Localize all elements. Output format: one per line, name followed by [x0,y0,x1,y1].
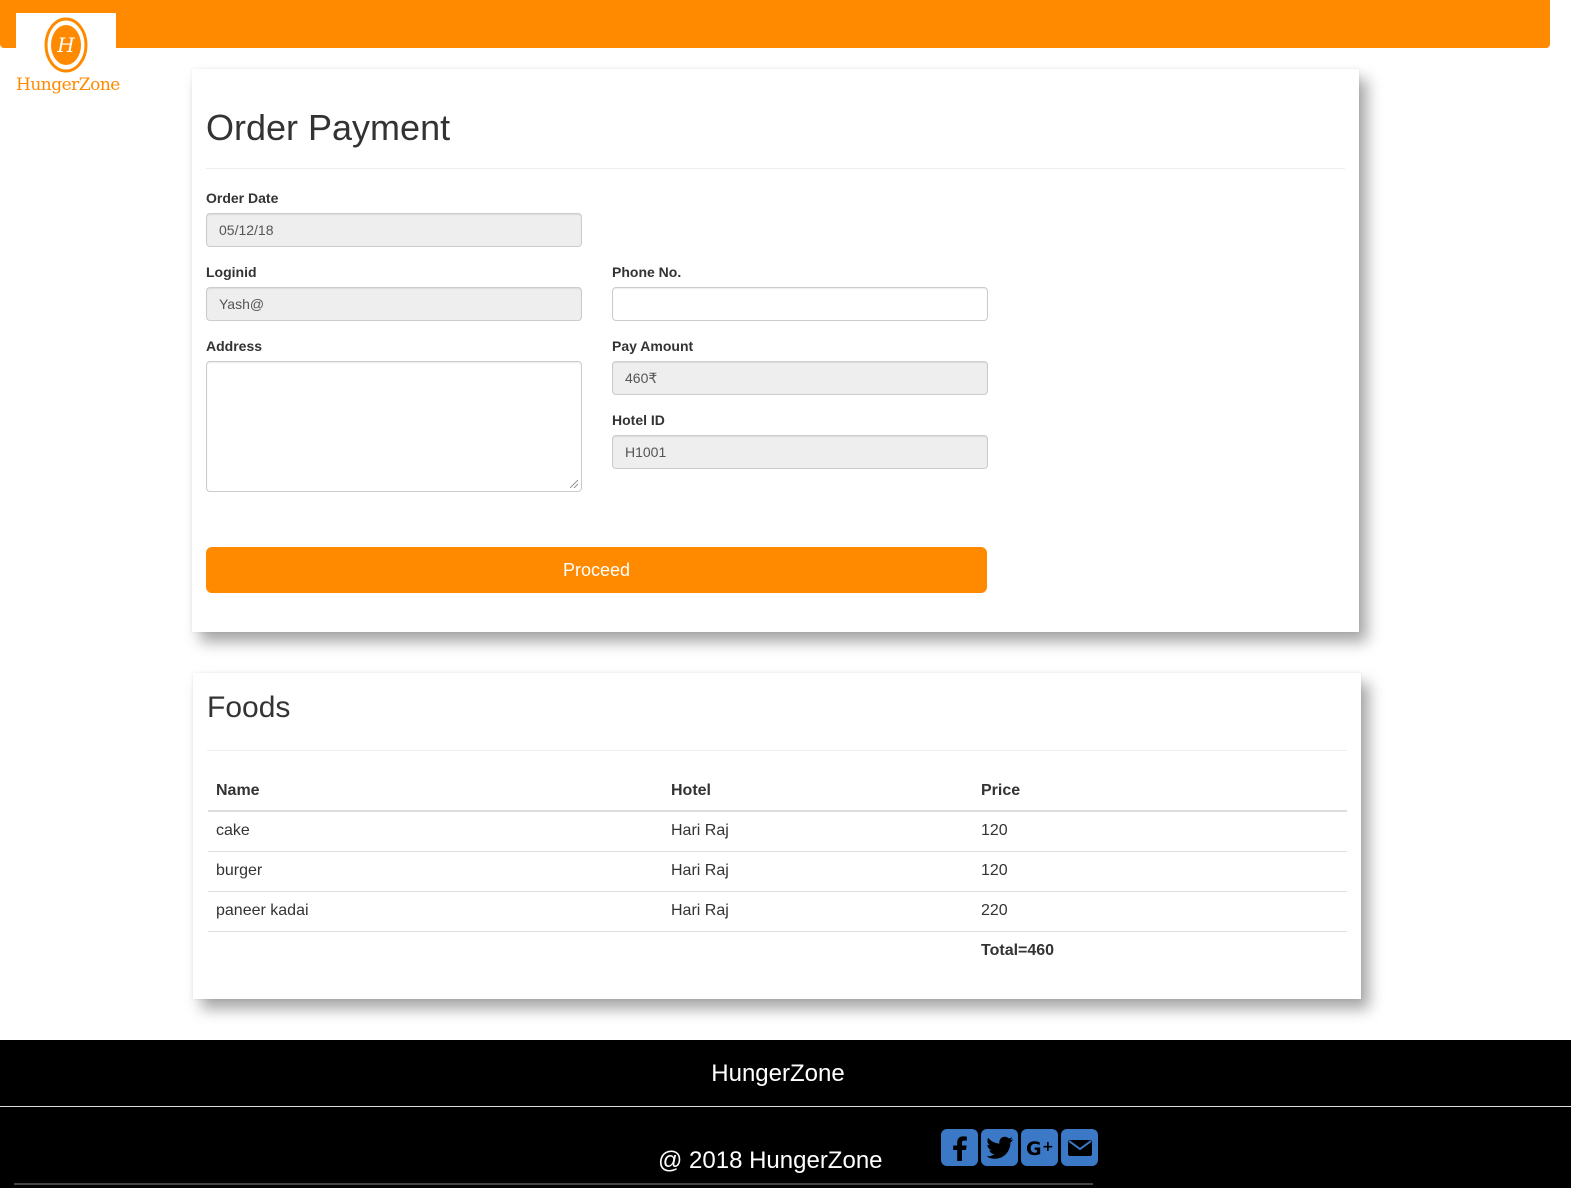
food-price-cell: 120 [973,850,1347,891]
footer-divider [0,1106,1571,1107]
footer: HungerZone @ 2018 HungerZone G + [0,1040,1571,1188]
food-name-cell: paneer kadai [208,890,663,931]
table-row: paneer kadai Hari Raj 220 [208,890,1347,931]
proceed-button[interactable]: Proceed [206,547,987,593]
column-header-price: Price [973,770,1347,812]
top-bar [0,0,1550,48]
phone-field[interactable] [612,287,988,321]
loginid-label: Loginid [206,264,257,280]
foods-divider [207,750,1347,751]
twitter-icon[interactable] [981,1129,1018,1166]
footer-bottom-line [14,1183,1093,1185]
foods-panel: Foods Name Hotel Price cake Hari Raj 120… [193,673,1361,999]
food-price-cell: 220 [973,890,1347,931]
logo-letter: H [56,33,75,57]
column-header-hotel: Hotel [663,770,973,812]
foods-table: Name Hotel Price cake Hari Raj 120 burge… [208,770,1347,971]
order-date-label: Order Date [206,190,279,206]
phone-label: Phone No. [612,264,682,280]
food-name-cell: burger [208,850,663,891]
svg-text:+: + [1042,1139,1054,1155]
footer-copyright: @ 2018 HungerZone [658,1147,883,1174]
page-title: Order Payment [206,107,451,148]
svg-text:G: G [1026,1138,1042,1159]
pay-amount-label: Pay Amount [612,338,694,354]
order-payment-panel: Order Payment Order Date Loginid Phone N… [192,69,1359,632]
food-name-cell: cake [208,810,663,851]
total-cell: Total=460 [973,930,1347,971]
order-date-field[interactable] [206,213,582,247]
address-label: Address [206,338,263,354]
facebook-icon[interactable] [941,1129,978,1166]
foods-title: Foods [207,691,291,724]
loginid-field[interactable] [206,287,582,321]
food-price-cell: 120 [973,810,1347,851]
total-row: Total=460 [208,930,1347,971]
table-row: cake Hari Raj 120 [208,810,1347,851]
food-hotel-cell: Hari Raj [663,810,973,851]
footer-brand: HungerZone [711,1060,845,1087]
hotel-id-label: Hotel ID [612,412,665,428]
column-header-name: Name [208,770,663,812]
logo[interactable]: H HungerZone [16,13,120,105]
google-plus-icon[interactable]: G + [1021,1129,1058,1166]
logo-text: HungerZone [16,75,120,95]
logo-emblem-icon: H [44,17,88,73]
table-header-row: Name Hotel Price [208,770,1347,812]
resize-grip-icon[interactable] [570,480,578,488]
hotel-id-field[interactable] [612,435,988,469]
food-hotel-cell: Hari Raj [663,850,973,891]
table-row: burger Hari Raj 120 [208,850,1347,891]
address-field[interactable] [206,361,582,492]
pay-amount-field[interactable] [612,361,988,395]
food-hotel-cell: Hari Raj [663,890,973,931]
email-icon[interactable] [1061,1129,1098,1166]
title-divider [206,168,1345,169]
